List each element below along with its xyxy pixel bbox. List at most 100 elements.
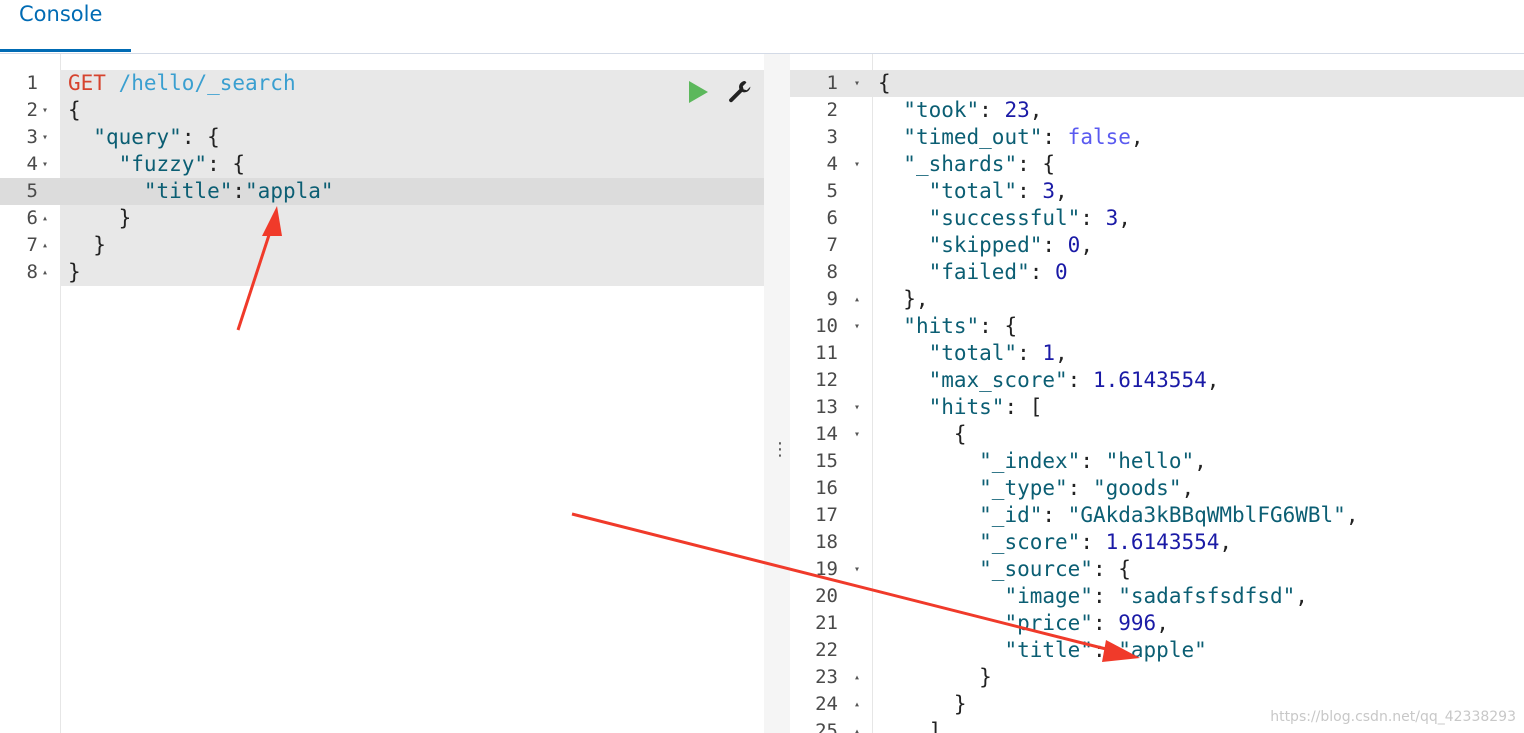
line-number: 3 xyxy=(26,126,38,148)
response-line[interactable]: 14 ▾ { xyxy=(790,421,1524,448)
line-number: 1 xyxy=(26,72,38,94)
code-text: "title": "apple" xyxy=(1004,638,1207,662)
response-line[interactable]: 22 "title": "apple" xyxy=(790,637,1524,664)
code-text: "hits": [ xyxy=(928,395,1043,419)
fold-caret-down-icon[interactable]: ▾ xyxy=(42,124,48,151)
line-number: 2 xyxy=(26,99,38,121)
resize-handle-icon[interactable]: ⋮ xyxy=(771,438,789,462)
response-line[interactable]: 10 ▾ "hits": { xyxy=(790,313,1524,340)
pane-divider[interactable] xyxy=(764,54,790,733)
response-line[interactable]: 11 "total": 1, xyxy=(790,340,1524,367)
line-number: 19 xyxy=(815,558,838,580)
code-text: } xyxy=(68,233,106,257)
code-text: "_type": "goods", xyxy=(979,476,1195,500)
fold-caret-up-icon[interactable]: ▴ xyxy=(854,691,860,718)
response-line[interactable]: 3 "timed_out": false, xyxy=(790,124,1524,151)
line-number: 16 xyxy=(815,477,838,499)
request-line[interactable]: 7 ▴ } xyxy=(0,232,764,259)
code-text: "_source": { xyxy=(979,557,1131,581)
response-viewer[interactable]: 1 ▾{2 "took": 23, 3 "timed_out": false, 4 ▾ … xyxy=(790,54,1524,733)
code-text: } xyxy=(878,665,992,689)
code-text: "total": 3, xyxy=(928,179,1068,203)
line-number: 11 xyxy=(815,342,838,364)
line-number: 17 xyxy=(815,504,838,526)
request-line[interactable]: 1 GET /hello/_search xyxy=(0,70,764,97)
code-text: "timed_out": false, xyxy=(903,125,1144,149)
response-line[interactable]: 17 "_id": "GAkda3kBBqWMblFG6WBl", xyxy=(790,502,1524,529)
response-line[interactable]: 9 ▴ }, xyxy=(790,286,1524,313)
line-number: 8 xyxy=(26,261,38,283)
fold-caret-up-icon[interactable]: ▴ xyxy=(42,232,48,259)
response-line[interactable]: 12 "max_score": 1.6143554, xyxy=(790,367,1524,394)
line-number: 5 xyxy=(26,180,38,202)
request-line[interactable]: 2 ▾ { xyxy=(0,97,764,124)
code-text: "total": 1, xyxy=(928,341,1068,365)
response-line[interactable]: 2 "took": 23, xyxy=(790,97,1524,124)
fold-caret-down-icon[interactable]: ▾ xyxy=(42,151,48,178)
line-number: 18 xyxy=(815,531,838,553)
fold-caret-down-icon[interactable]: ▾ xyxy=(854,313,860,340)
code-text: "price": 996, xyxy=(1004,611,1169,635)
tab-active-indicator xyxy=(0,49,131,52)
response-line[interactable]: 8 "failed": 0 xyxy=(790,259,1524,286)
fold-caret-up-icon[interactable]: ▴ xyxy=(854,718,860,733)
code-text: "fuzzy": { xyxy=(118,152,246,176)
tab-console[interactable]: Console xyxy=(0,0,131,52)
code-text: "successful": 3, xyxy=(928,206,1131,230)
fold-caret-down-icon[interactable]: ▾ xyxy=(854,394,860,421)
fold-caret-down-icon[interactable]: ▾ xyxy=(854,151,860,178)
code-text: "_score": 1.6143554, xyxy=(979,530,1233,554)
fold-caret-down-icon[interactable]: ▾ xyxy=(854,421,860,448)
line-number: 22 xyxy=(815,639,838,661)
request-actions-button[interactable] xyxy=(726,78,754,106)
fold-caret-up-icon[interactable]: ▴ xyxy=(854,664,860,691)
line-number: 8 xyxy=(826,261,838,283)
line-number: 10 xyxy=(815,315,838,337)
line-number: 3 xyxy=(826,126,838,148)
response-line[interactable]: 20 "image": "sadafsfsdfsd", xyxy=(790,583,1524,610)
code-text: "image": "sadafsfsdfsd", xyxy=(1004,584,1308,608)
response-line[interactable]: 15 "_index": "hello", xyxy=(790,448,1524,475)
line-number: 25 xyxy=(815,720,838,733)
fold-caret-down-icon[interactable]: ▾ xyxy=(854,556,860,583)
response-line[interactable]: 13 ▾ "hits": [ xyxy=(790,394,1524,421)
response-line[interactable]: 1 ▾ { xyxy=(790,70,1524,97)
code-text: "took": 23, xyxy=(903,98,1043,122)
code-text: "_shards": { xyxy=(903,152,1056,176)
line-number: 7 xyxy=(26,234,38,256)
watermark: https://blog.csdn.net/qq_42338293 xyxy=(1270,709,1516,725)
response-line[interactable]: 5 "total": 3, xyxy=(790,178,1524,205)
request-line[interactable]: 3 ▾ "query": { xyxy=(0,124,764,151)
response-line[interactable]: 18 "_score": 1.6143554, xyxy=(790,529,1524,556)
fold-caret-up-icon[interactable]: ▴ xyxy=(42,205,48,232)
response-line[interactable]: 7 "skipped": 0, xyxy=(790,232,1524,259)
line-number: 23 xyxy=(815,666,838,688)
response-line[interactable]: 16 "_type": "goods", xyxy=(790,475,1524,502)
line-number: 4 xyxy=(826,153,838,175)
code-text: ] xyxy=(878,719,942,733)
code-text: "title":"appla" xyxy=(143,179,334,203)
fold-caret-up-icon[interactable]: ▴ xyxy=(42,259,48,286)
send-request-button[interactable] xyxy=(686,80,710,104)
response-line[interactable]: 19 ▾ "_source": { xyxy=(790,556,1524,583)
request-line[interactable]: 8 ▴} xyxy=(0,259,764,286)
response-line[interactable]: 21 "price": 996, xyxy=(790,610,1524,637)
fold-caret-down-icon[interactable]: ▾ xyxy=(854,70,860,97)
line-number: 6 xyxy=(826,207,838,229)
line-number: 7 xyxy=(826,234,838,256)
request-line[interactable]: 5 "title":"appla" xyxy=(0,178,764,205)
request-line[interactable]: 6 ▴ } xyxy=(0,205,764,232)
response-line[interactable]: 23 ▴ } xyxy=(790,664,1524,691)
tab-console-label: Console xyxy=(19,2,103,26)
line-number: 2 xyxy=(826,99,838,121)
fold-caret-down-icon[interactable]: ▾ xyxy=(42,97,48,124)
request-line[interactable]: 4 ▾ "fuzzy": { xyxy=(0,151,764,178)
response-line[interactable]: 4 ▾ "_shards": { xyxy=(790,151,1524,178)
request-editor[interactable]: 1 GET /hello/_search 2 ▾{3 ▾ "query": {4 ▾ "f… xyxy=(0,54,764,733)
line-number: 1 xyxy=(826,72,838,94)
line-number: 5 xyxy=(826,180,838,202)
code-text: { xyxy=(878,71,891,95)
fold-caret-up-icon[interactable]: ▴ xyxy=(854,286,860,313)
response-line[interactable]: 6 "successful": 3, xyxy=(790,205,1524,232)
wrench-icon xyxy=(729,81,751,103)
